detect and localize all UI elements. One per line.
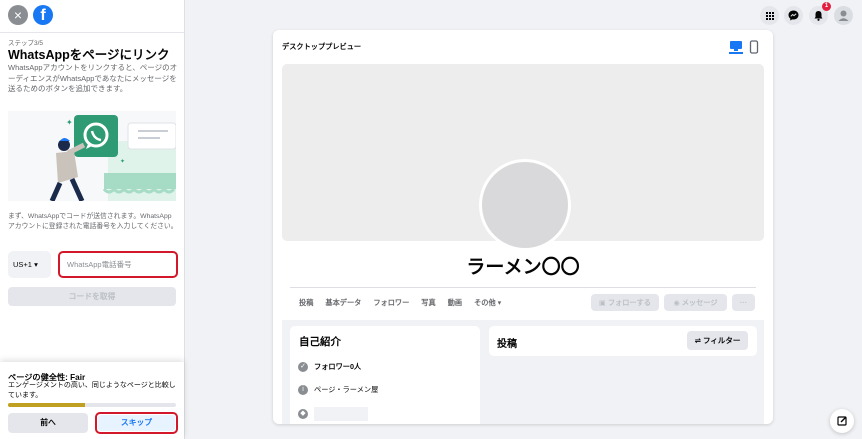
whatsapp-illustration: ✦ ✦ <box>8 111 176 201</box>
follow-icon: ▣ <box>599 298 608 307</box>
tab-5[interactable]: その他 ▾ <box>474 298 501 308</box>
posts-title: 投稿 <box>497 339 517 350</box>
page-name: ラーメン〇〇 <box>466 256 580 278</box>
desktop-icon[interactable] <box>729 40 743 54</box>
skip-button-highlight[interactable]: スキップ <box>95 412 178 434</box>
divider <box>0 32 184 33</box>
close-icon[interactable]: × <box>8 5 28 25</box>
country-code-select[interactable]: US+1 ▾ <box>8 251 51 278</box>
setup-title: WhatsAppをページにリンク <box>8 48 170 62</box>
follow-button[interactable]: ▣ フォローする <box>591 294 659 311</box>
previous-button[interactable]: 前へ <box>8 413 88 433</box>
location-icon: ◆ <box>298 409 308 419</box>
filter-icon: ⇌ <box>694 336 703 345</box>
tab-4[interactable]: 動画 <box>448 298 462 308</box>
health-progress-bar <box>8 403 176 407</box>
grid-icon[interactable] <box>760 6 779 25</box>
compose-icon[interactable] <box>830 409 854 433</box>
profile-icon[interactable] <box>834 6 853 25</box>
facebook-logo-icon[interactable]: f <box>33 5 53 25</box>
posts-card: 投稿 ⇌ フィルター <box>489 326 757 356</box>
setup-sidebar: × f ステップ3/5 WhatsAppをページにリンク WhatsAppアカウ… <box>0 0 185 439</box>
preview-label: デスクトッププレビュー <box>282 42 362 51</box>
intro-title: 自己紹介 <box>299 336 341 348</box>
phone-instruction: まず、WhatsAppでコードが送信されます。WhatsAppアカウントに登録さ… <box>8 213 178 230</box>
whatsapp-phone-input[interactable]: WhatsApp電話番号 <box>58 251 178 278</box>
intro-card: 自己紹介 ✓ フォロワー0人 i ページ・ラーメン屋 ◆ <box>290 326 480 424</box>
page-tabs: 投稿 基本データ フォロワー 写真 動画 その他 ▾ <box>299 298 513 308</box>
location-row: ◆ <box>298 407 368 421</box>
profile-picture <box>479 159 571 251</box>
message-button[interactable]: ◉ メッセージ <box>664 294 727 311</box>
followers-icon: ✓ <box>298 362 308 372</box>
more-button[interactable]: ··· <box>732 294 755 311</box>
info-icon: i <box>298 385 308 395</box>
health-description: エンゲージメントの高い、同じようなページと比較しています。 <box>8 382 176 399</box>
tab-2[interactable]: フォロワー <box>373 298 409 308</box>
placeholder-bar <box>314 407 368 421</box>
get-code-button[interactable]: コードを取得 <box>8 287 176 306</box>
desktop-preview-card: デスクトッププレビュー ラーメン〇〇 投稿 基本データ フォロワー 写真 動画 その他 ▾… <box>273 30 773 424</box>
notification-badge: 1 <box>822 2 831 11</box>
health-progress-fill <box>8 403 86 407</box>
setup-description: WhatsAppアカウントをリンクすると、ページのオーディエンスがWhatsAp… <box>8 63 178 93</box>
page-health-panel: ページの健全性: Fair エンゲージメントの高い、同じようなページと比較してい… <box>0 362 184 439</box>
page-body: 自己紹介 ✓ フォロワー0人 i ページ・ラーメン屋 ◆ 投稿 ⇌ フィルター <box>282 320 764 424</box>
followers-row: ✓ フォロワー0人 <box>298 362 361 372</box>
svg-text:✦: ✦ <box>66 118 73 127</box>
skip-button[interactable]: スキップ <box>98 415 175 431</box>
category-row: i ページ・ラーメン屋 <box>298 385 378 395</box>
filter-button[interactable]: ⇌ フィルター <box>687 331 748 350</box>
messenger-small-icon: ◉ <box>673 298 682 307</box>
tab-1[interactable]: 基本データ <box>325 298 361 308</box>
divider <box>290 287 756 288</box>
svg-text:✦: ✦ <box>120 158 125 165</box>
tab-3[interactable]: 写真 <box>421 298 435 308</box>
tab-0[interactable]: 投稿 <box>299 298 313 308</box>
messenger-icon[interactable] <box>784 6 803 25</box>
mobile-icon[interactable] <box>749 40 759 54</box>
